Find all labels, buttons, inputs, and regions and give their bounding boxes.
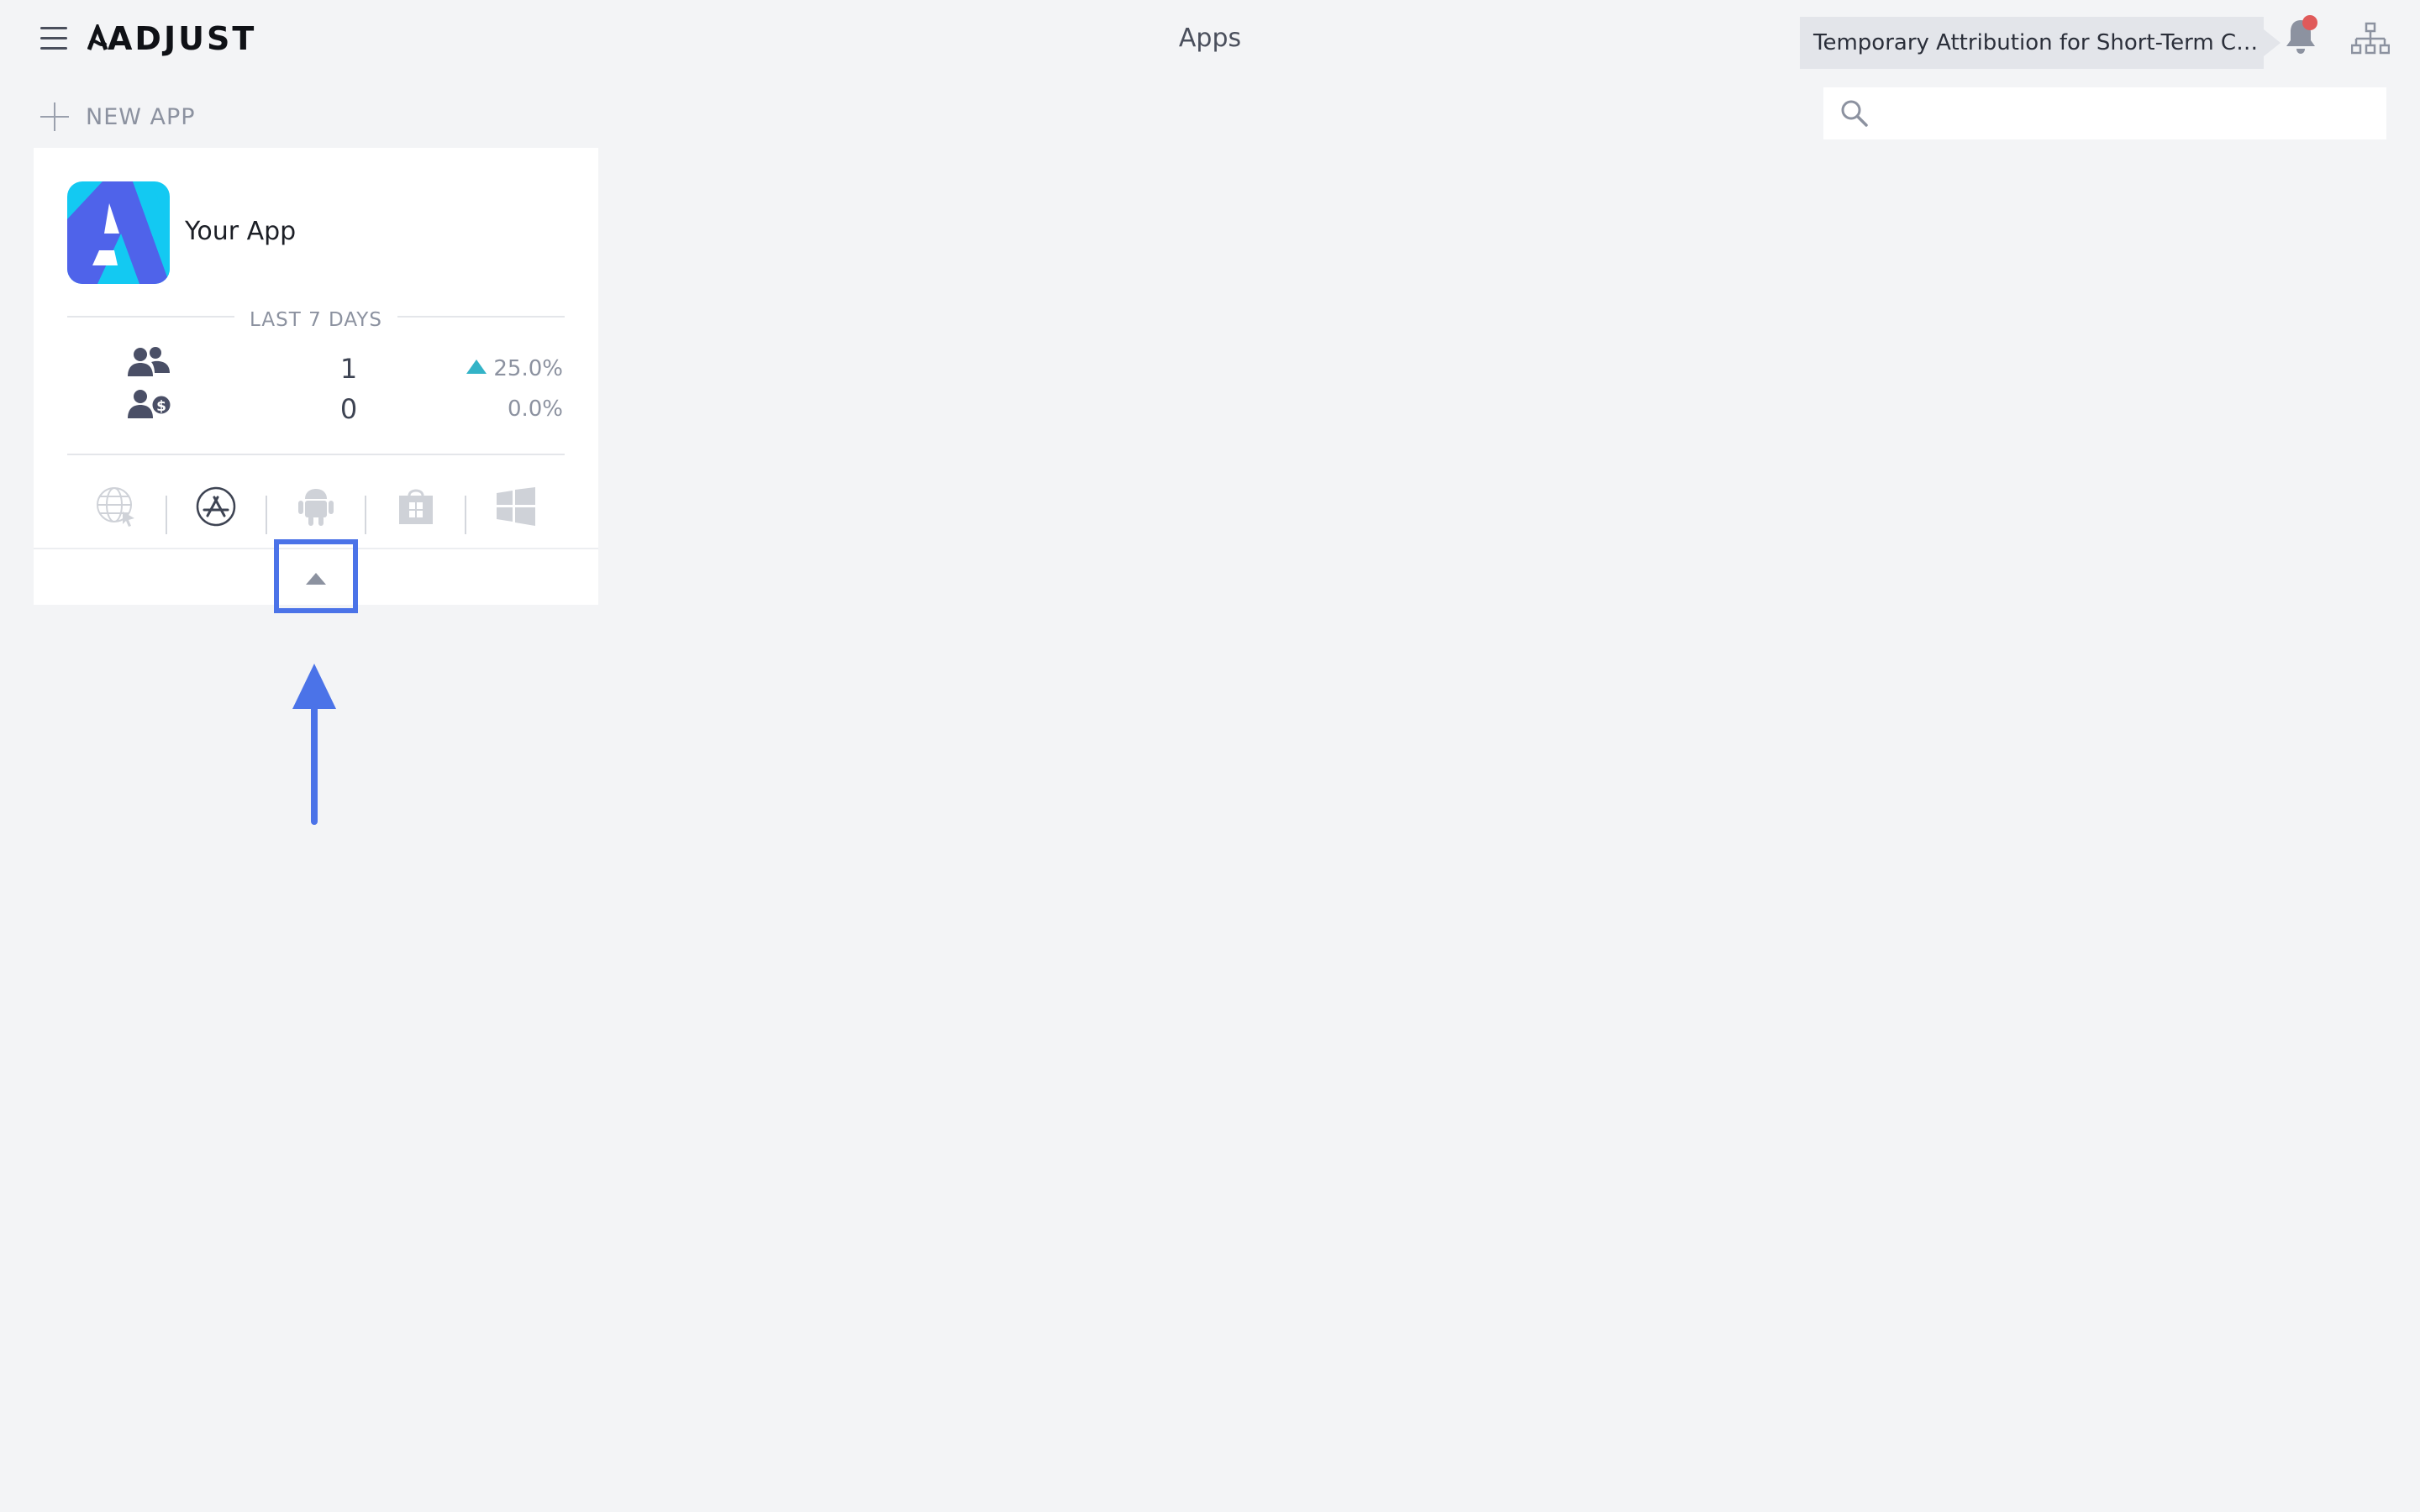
- period-label-wrap: LAST 7 DAYS: [34, 309, 598, 331]
- new-app-button[interactable]: NEW APP: [40, 96, 196, 138]
- platform-ios[interactable]: [167, 477, 266, 536]
- paying-users-count: 0: [339, 393, 358, 425]
- app-name[interactable]: Your App: [185, 217, 296, 246]
- windows-icon: [496, 487, 535, 526]
- svg-text:$: $: [156, 398, 166, 415]
- android-icon: [298, 489, 334, 526]
- platform-windows-store[interactable]: [366, 477, 465, 536]
- platform-list: [67, 469, 565, 544]
- trend-up-icon: [466, 360, 487, 374]
- platform-windows[interactable]: [466, 477, 565, 536]
- paying-users-icon: $: [128, 390, 173, 418]
- search-icon: [1841, 100, 1868, 127]
- annotation-arrow-icon: [292, 664, 336, 825]
- app-store-icon: [196, 486, 236, 527]
- period-label: LAST 7 DAYS: [234, 309, 397, 331]
- platform-divider: [67, 454, 565, 455]
- paying-users-change: 0.0%: [507, 396, 563, 422]
- platform-web[interactable]: [67, 477, 166, 536]
- web-icon: [97, 487, 135, 527]
- users-count: 1: [339, 353, 358, 385]
- store-bag-icon: [398, 489, 433, 524]
- platform-android[interactable]: [267, 477, 366, 536]
- top-bar: ADJUST Apps Temporary Attribution for Sh…: [0, 0, 2420, 81]
- collapse-toggle-button[interactable]: [274, 539, 358, 613]
- app-card: Your App LAST 7 DAYS 1 25.0% $ 0 0.0%: [34, 148, 598, 613]
- caret-up-icon: [306, 573, 326, 585]
- announcement-tip: [2264, 29, 2281, 56]
- search-input[interactable]: [1882, 87, 2378, 139]
- announcement-banner[interactable]: Temporary Attribution for Short-Term Cam…: [1800, 17, 2264, 69]
- organization-tree-icon[interactable]: [2351, 22, 2390, 55]
- users-change-value: 25.0%: [493, 356, 563, 381]
- users-icon: [128, 347, 170, 376]
- notification-badge: [2302, 15, 2317, 30]
- plus-icon: [40, 102, 69, 131]
- users-change: 25.0%: [429, 356, 563, 381]
- search-box[interactable]: [1823, 87, 2386, 139]
- new-app-label: NEW APP: [86, 103, 196, 130]
- app-logo-icon[interactable]: [67, 181, 170, 284]
